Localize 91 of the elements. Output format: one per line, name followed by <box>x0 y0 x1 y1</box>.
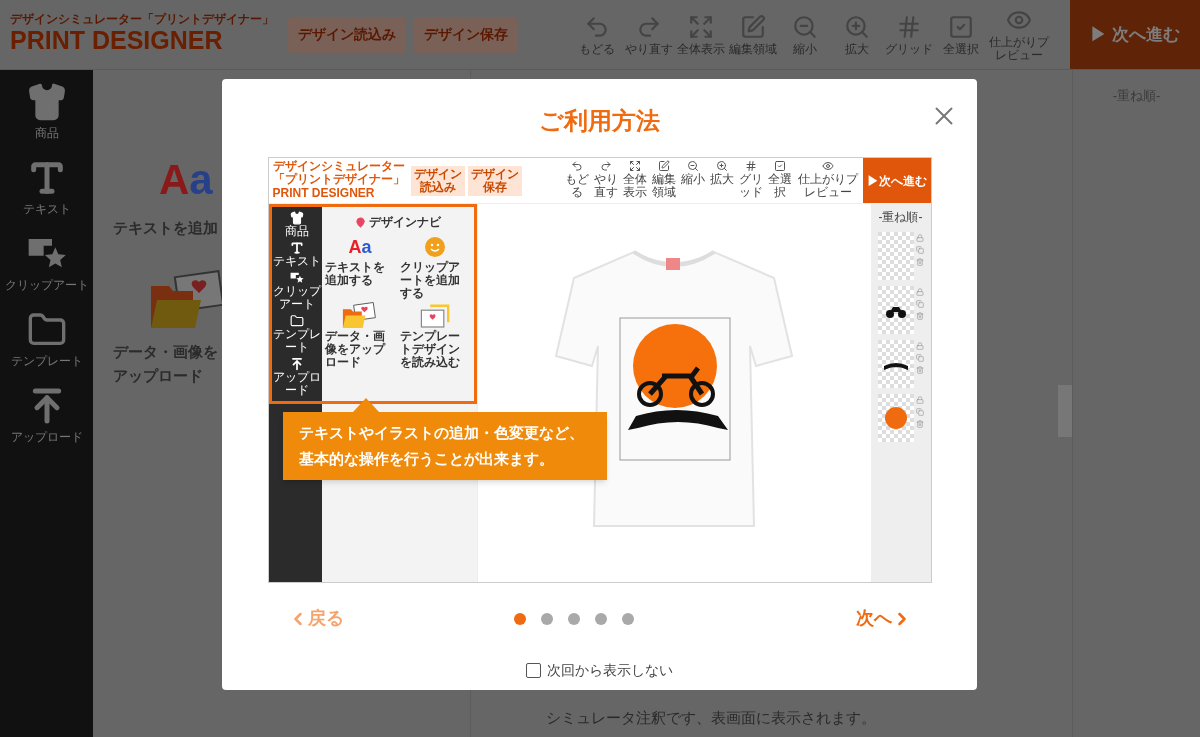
checkbox-label[interactable]: 次回から表示しない <box>547 660 673 681</box>
lock-icon[interactable] <box>915 288 924 296</box>
trash-icon[interactable] <box>915 258 924 266</box>
text-sample: Aa <box>348 236 372 258</box>
redo-icon <box>600 160 612 172</box>
sidebar-item[interactable]: テキスト <box>271 241 322 268</box>
toolbar-button[interactable]: もどる <box>564 160 590 199</box>
pin-icon <box>354 216 366 228</box>
edit-area-icon <box>658 160 670 172</box>
sidebar-item[interactable]: テンプレート <box>271 314 322 354</box>
nav-item-label[interactable]: テキストを追加する <box>324 261 396 287</box>
sidebar-item[interactable]: クリップアート <box>1 234 92 292</box>
checkbox[interactable] <box>526 663 541 678</box>
lock-icon[interactable] <box>915 234 924 242</box>
eye-icon <box>821 160 834 172</box>
toolbar-button[interactable]: 全体表示 <box>622 160 648 199</box>
layer-thumbnail[interactable] <box>877 340 914 388</box>
design-button[interactable]: デザイン読込み <box>410 165 465 196</box>
zoom-in-icon <box>844 13 870 40</box>
sidebar-item[interactable]: 商品 <box>271 211 322 238</box>
nav-item-label[interactable]: データ・画像をアップロード <box>113 340 223 388</box>
grid-icon <box>896 13 922 40</box>
logo-subtitle: デザインシミュレーター「プリントデザイナー」 <box>10 12 274 26</box>
nav-title: デザインナビ <box>368 214 441 231</box>
callout-pointer <box>352 398 379 412</box>
toolbar-button[interactable]: やり直す <box>593 160 619 199</box>
simulator-note: シミュレータ注釈です、表画面に表示されます。 <box>546 707 877 728</box>
sidebar-item[interactable]: アップロード <box>1 386 92 444</box>
checkbox-icon <box>774 160 786 172</box>
toolbar-button[interactable]: 仕上がりプレビュー <box>796 160 859 199</box>
toolbar-button[interactable]: 拡大 <box>709 160 735 186</box>
expand-icon <box>629 160 641 172</box>
toolbar-button[interactable]: グリッド <box>738 160 764 199</box>
copy-icon[interactable] <box>915 408 924 416</box>
toolbar-button[interactable]: 編集領域 <box>651 160 677 199</box>
copy-icon[interactable] <box>915 300 924 308</box>
layers-title: -重ね順- <box>878 209 923 226</box>
lock-icon[interactable] <box>915 396 924 404</box>
logo-subtitle: デザインシミュレーター「プリントデザイナー」 <box>272 160 406 186</box>
design-button[interactable]: デザイン保存 <box>414 16 518 53</box>
next-step-button[interactable]: ▶ 次へ進む <box>1070 0 1200 69</box>
zoom-out-icon <box>687 160 699 172</box>
copy-icon[interactable] <box>915 354 924 362</box>
trash-icon[interactable] <box>915 312 924 320</box>
design-button[interactable]: デザイン読込み <box>288 16 406 53</box>
copy-icon[interactable] <box>915 246 924 254</box>
lock-icon[interactable] <box>915 342 924 350</box>
trash-icon[interactable] <box>915 420 924 428</box>
toolbar-button[interactable]: 縮小 <box>680 160 706 186</box>
checkbox-icon <box>948 13 974 40</box>
sidebar-item[interactable]: テンプレート <box>1 310 92 368</box>
smiley-icon <box>425 237 445 257</box>
zoom-in-icon <box>716 160 728 172</box>
sidebar-item[interactable]: 商品 <box>1 82 92 140</box>
expand-icon <box>688 13 714 40</box>
tshirt-icon <box>26 82 67 122</box>
toolbar-button[interactable]: 全体表示 <box>676 13 726 56</box>
sidebar-item[interactable]: クリップアート <box>271 271 322 311</box>
callout: テキストやイラストの追加・色変更など、基本的な操作を行うことが出来ます。 <box>282 412 607 480</box>
text-icon <box>289 241 304 255</box>
undo-icon <box>571 160 583 172</box>
toolbar-button[interactable]: やり直す <box>624 13 674 56</box>
sidebar-item[interactable]: テキスト <box>1 158 92 216</box>
grid-icon <box>745 160 757 172</box>
nav-item-label[interactable]: テンプレートデザインを読み込む <box>399 330 471 369</box>
next-step-button[interactable]: ▶次へ進む <box>862 158 931 203</box>
layer-thumbnail[interactable] <box>877 286 914 334</box>
nav-item-label[interactable]: データ・画像をアップロード <box>324 330 396 369</box>
trash-icon[interactable] <box>915 366 924 374</box>
logo-title: PRINT DESIGNER <box>10 26 223 54</box>
text-sample: Aa <box>159 158 213 202</box>
layer-thumbnail[interactable] <box>877 232 914 280</box>
logo-title: PRINT DESIGNER <box>272 186 376 200</box>
dialog-title: ご利用方法 <box>539 106 660 136</box>
tshirt-icon <box>289 211 304 225</box>
next-button[interactable]: 次へ <box>855 605 912 632</box>
layer-thumbnail[interactable] <box>877 394 914 442</box>
scrollbar-thumb[interactable] <box>1058 385 1072 437</box>
sidebar-item[interactable]: アップロード <box>271 357 322 397</box>
picture-star-icon <box>289 271 304 285</box>
nav-item-label[interactable]: クリップアートを追加する <box>399 261 471 300</box>
edit-area-icon <box>740 13 766 40</box>
zoom-out-icon <box>792 13 818 40</box>
folder-icon <box>289 314 304 328</box>
framed-heart-drawing <box>419 303 451 329</box>
folder-photo-drawing <box>342 301 378 331</box>
toolbar-button[interactable]: 拡大 <box>832 13 882 56</box>
toolbar-button[interactable]: 全選択 <box>767 160 793 199</box>
design-button[interactable]: デザイン保存 <box>467 165 522 196</box>
nav-item-label[interactable]: テキストを追加 <box>113 216 223 240</box>
upload-icon <box>289 357 304 371</box>
